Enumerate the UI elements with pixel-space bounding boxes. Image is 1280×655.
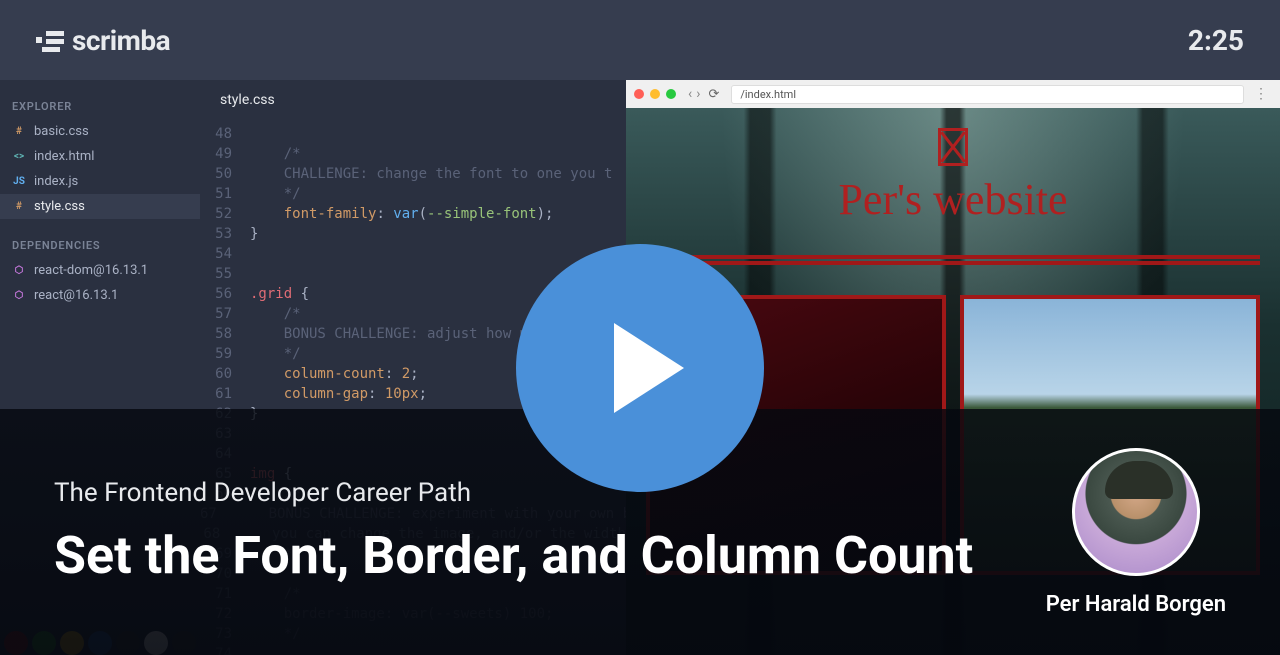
traffic-lights — [634, 89, 676, 99]
line-number: 60 — [200, 364, 250, 384]
menu-icon[interactable]: ⋮ — [1250, 86, 1272, 102]
line-number: 52 — [200, 204, 250, 224]
dependency-name: react-dom@16.13.1 — [34, 263, 148, 278]
site-title: Per's website — [626, 174, 1280, 225]
line-content: */ — [250, 184, 301, 204]
editor-tab[interactable]: style.css — [200, 80, 626, 120]
line-number: 56 — [200, 284, 250, 304]
code-line[interactable]: 53} — [200, 224, 626, 244]
overlay-text: The Frontend Developer Career Path Set t… — [54, 478, 1046, 586]
url-bar[interactable]: /index.html — [731, 85, 1244, 104]
explorer-heading: EXPLORER — [0, 92, 200, 119]
maximize-icon[interactable] — [666, 89, 676, 99]
line-content: column-gap: 10px; — [250, 384, 427, 404]
line-number: 49 — [200, 144, 250, 164]
code-line[interactable]: 52 font-family: var(--simple-font); — [200, 204, 626, 224]
instructor-name: Per Harald Borgen — [1046, 592, 1226, 617]
file-type-icon: <> — [12, 150, 26, 164]
header: scrimba 2:25 — [0, 0, 1280, 80]
line-number: 55 — [200, 264, 250, 284]
close-icon[interactable] — [634, 89, 644, 99]
browser-chrome: ‹ › ⟳ /index.html ⋮ — [626, 80, 1280, 108]
line-number: 57 — [200, 304, 250, 324]
file-type-icon: # — [12, 200, 26, 214]
line-content: font-family: var(--simple-font); — [250, 204, 553, 224]
dependency-name: react@16.13.1 — [34, 288, 118, 303]
line-content: } — [250, 224, 258, 244]
line-content: /* — [250, 144, 301, 164]
dependency-item[interactable]: ⬡ react-dom@16.13.1 — [0, 258, 200, 283]
file-name: index.html — [34, 149, 94, 164]
line-content: */ — [250, 344, 301, 364]
line-number: 50 — [200, 164, 250, 184]
lesson-title: Set the Font, Border, and Column Count — [54, 526, 1046, 586]
package-icon: ⬡ — [12, 264, 26, 278]
line-number: 54 — [200, 244, 250, 264]
course-path: The Frontend Developer Career Path — [54, 478, 1046, 508]
line-number: 61 — [200, 384, 250, 404]
broken-image-icon — [938, 128, 968, 166]
line-number: 48 — [200, 124, 250, 144]
instructor-block: Per Harald Borgen — [1046, 448, 1226, 617]
play-button[interactable] — [516, 244, 764, 492]
divider-lines — [646, 255, 1260, 265]
refresh-icon[interactable]: ⟳ — [708, 87, 719, 102]
file-type-icon: JS — [12, 175, 26, 189]
brand-name: scrimba — [72, 24, 170, 57]
code-line[interactable]: 50 CHALLENGE: change the font to one you… — [200, 164, 626, 184]
file-name: index.js — [34, 174, 78, 189]
line-content: column-count: 2; — [250, 364, 419, 384]
logo[interactable]: scrimba — [36, 24, 170, 57]
code-line[interactable]: 49 /* — [200, 144, 626, 164]
scrimba-logo-icon — [36, 29, 64, 51]
code-line[interactable]: 48 — [200, 124, 626, 144]
file-type-icon: # — [12, 125, 26, 139]
forward-icon[interactable]: › — [696, 86, 700, 102]
line-content: CHALLENGE: change the font to one you t — [250, 164, 612, 184]
nav-arrows: ‹ › — [688, 86, 700, 102]
instructor-avatar[interactable] — [1072, 448, 1200, 576]
file-name: basic.css — [34, 124, 89, 139]
code-line[interactable]: 51 */ — [200, 184, 626, 204]
file-basic-css[interactable]: # basic.css — [0, 119, 200, 144]
file-index-html[interactable]: <> index.html — [0, 144, 200, 169]
line-number: 58 — [200, 324, 250, 344]
package-icon: ⬡ — [12, 289, 26, 303]
file-name: style.css — [34, 199, 85, 214]
line-number: 53 — [200, 224, 250, 244]
dependency-item[interactable]: ⬡ react@16.13.1 — [0, 283, 200, 308]
code-line[interactable]: 54 — [200, 244, 626, 264]
timestamp: 2:25 — [1188, 24, 1244, 57]
dependencies-heading: DEPENDENCIES — [0, 231, 200, 258]
play-icon — [614, 323, 684, 413]
line-content: .grid { — [250, 284, 309, 304]
back-icon[interactable]: ‹ — [688, 86, 692, 102]
line-number: 51 — [200, 184, 250, 204]
file-index-js[interactable]: JS index.js — [0, 169, 200, 194]
file-style-css[interactable]: # style.css — [0, 194, 200, 219]
line-content: /* — [250, 304, 301, 324]
line-number: 59 — [200, 344, 250, 364]
main-content: EXPLORER # basic.css <> index.html JS index.j… — [0, 80, 1280, 655]
minimize-icon[interactable] — [650, 89, 660, 99]
